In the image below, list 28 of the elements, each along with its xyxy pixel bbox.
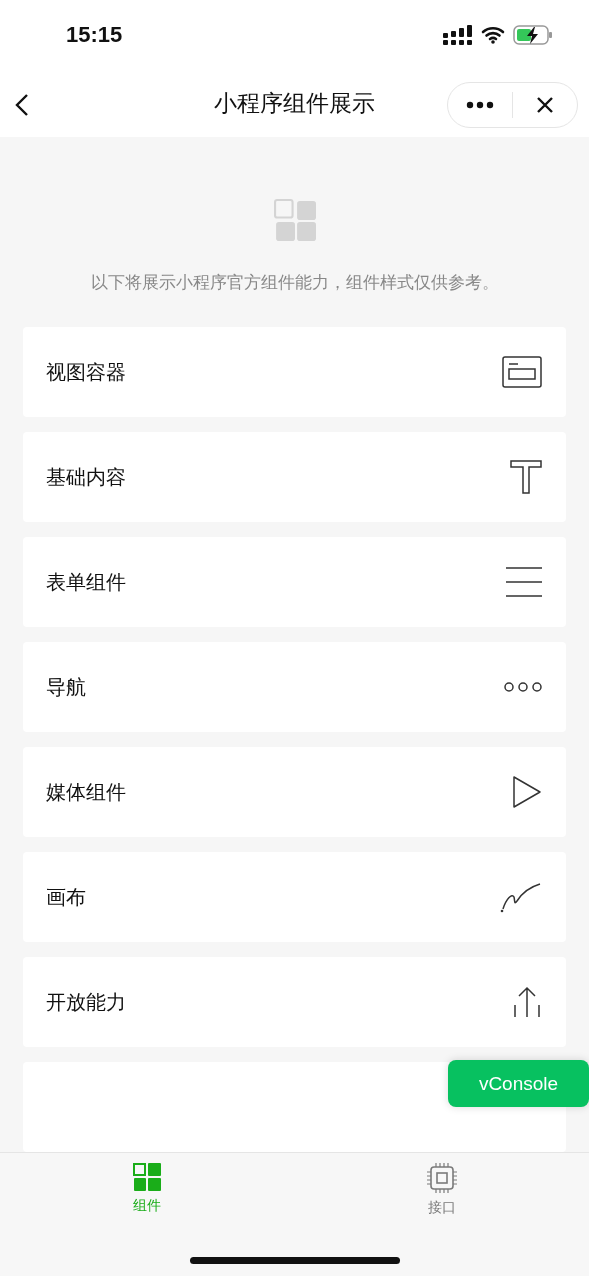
status-time: 15:15: [66, 22, 123, 48]
list-item[interactable]: 视图容器: [23, 327, 566, 417]
tab-label: 组件: [133, 1197, 162, 1215]
lines-icon: [506, 567, 542, 597]
wifi-icon: [481, 26, 505, 44]
back-icon[interactable]: [14, 93, 30, 117]
window-icon: [502, 356, 542, 388]
list-item[interactable]: 开放能力: [23, 957, 566, 1047]
intro-text: 以下将展示小程序官方组件能力，组件样式仅供参考。: [89, 271, 500, 294]
chip-icon: [426, 1163, 457, 1193]
upload-icon: [512, 985, 542, 1019]
list-item[interactable]: 基础内容: [23, 432, 566, 522]
signal-icon: [443, 25, 473, 45]
text-icon: [510, 460, 542, 494]
list-item[interactable]: 表单组件: [23, 537, 566, 627]
grid-icon: [133, 1163, 162, 1191]
tab-label: 接口: [427, 1199, 456, 1217]
list-item[interactable]: 导航: [23, 642, 566, 732]
page-title: 小程序组件展示: [214, 89, 375, 118]
play-icon: [512, 775, 542, 809]
more-icon[interactable]: [466, 101, 494, 109]
close-icon[interactable]: [536, 96, 554, 114]
tab[interactable]: 接口: [294, 1153, 589, 1276]
scribble-icon: [500, 881, 542, 913]
dots-icon: [504, 682, 542, 692]
list-item[interactable]: 媒体组件: [23, 747, 566, 837]
battery-icon: [513, 25, 553, 45]
list-item[interactable]: 画布: [23, 852, 566, 942]
